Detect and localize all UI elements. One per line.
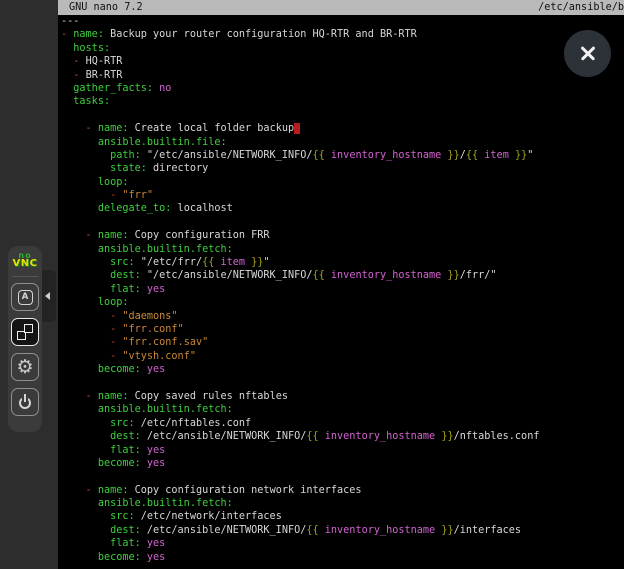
editor-line: - "vtysh.conf" [61,350,624,363]
editor-line: - name: Copy configuration network inter… [61,484,624,497]
keyboard-a-icon: A [18,290,33,305]
editor-line: - name: Create local folder backup [61,122,624,135]
novnc-logo-bottom: VNC [13,260,38,268]
editor-line: --- [61,15,624,28]
editor-line: loop: [61,296,624,309]
novnc-logo: no VNC [13,252,38,268]
vnc-screen: GNU nano 7.2 /etc/ansible/b ---- name: B… [0,0,624,569]
editor-line: dest: "/etc/ansible/NETWORK_INFO/{{ inve… [61,269,624,282]
editor-line [61,470,624,483]
editor-line: hosts: [61,42,624,55]
editor-line [61,109,624,122]
editor-line: become: yes [61,363,624,376]
fullscreen-button[interactable] [11,318,39,346]
editor-line: - "daemons" [61,310,624,323]
editor-line [61,216,624,229]
editor-line: state: directory [61,162,624,175]
gear-icon: ⚙ [16,358,33,377]
fullscreen-icon [17,324,33,340]
editor-line: become: yes [61,457,624,470]
text-cursor [294,123,300,134]
editor-line: - name: Copy configuration FRR [61,229,624,242]
editor-line: flat: yes [61,537,624,550]
editor-line: - name: Copy saved rules nftables [61,390,624,403]
editor-line: ansible.builtin.file: [61,136,624,149]
power-icon [17,394,33,410]
sidebar-divider [12,276,38,277]
editor-line: flat: yes [61,444,624,457]
editor-line: src: "/etc/frr/{{ item }}" [61,256,624,269]
nano-app-title: GNU nano 7.2 [69,0,143,15]
editor-line: path: "/etc/ansible/NETWORK_INFO/{{ inve… [61,149,624,162]
editor-line: flat: yes [61,283,624,296]
editor-line: delegate_to: localhost [61,202,624,215]
editor-line: ansible.builtin.fetch: [61,243,624,256]
editor-line: ansible.builtin.fetch: [61,497,624,510]
nano-file-path: /etc/ansible/b [538,0,624,15]
settings-button[interactable]: ⚙ [11,353,39,381]
nano-titlebar: GNU nano 7.2 /etc/ansible/b [58,0,624,15]
editor-line: - name: Backup your router configuration… [61,28,624,41]
editor-line: - "frr" [61,189,624,202]
terminal-window[interactable]: GNU nano 7.2 /etc/ansible/b ---- name: B… [58,0,624,569]
editor-line: ansible.builtin.fetch: [61,403,624,416]
editor-line: - "frr.conf" [61,323,624,336]
nano-editor[interactable]: ---- name: Backup your router configurat… [58,15,624,569]
editor-line: become: yes [61,551,624,564]
editor-line: dest: /etc/ansible/NETWORK_INFO/{{ inven… [61,524,624,537]
editor-line: src: /etc/network/interfaces [61,510,624,523]
editor-line: - "frr.conf.sav" [61,336,624,349]
editor-line: - BR-RTR [61,69,624,82]
novnc-control-bar: no VNC A ⚙ [8,246,42,432]
editor-line: loop: [61,176,624,189]
editor-line: gather_facts: no [61,82,624,95]
chevron-left-icon [45,292,50,300]
editor-line: tasks: [61,95,624,108]
extra-keys-button[interactable]: A [11,283,39,311]
editor-line: src: /etc/nftables.conf [61,417,624,430]
editor-line [61,377,624,390]
editor-line: - HQ-RTR [61,55,624,68]
close-button[interactable] [564,30,611,77]
control-bar-handle[interactable] [42,270,56,322]
disconnect-button[interactable] [11,388,39,416]
editor-line: dest: /etc/ansible/NETWORK_INFO/{{ inven… [61,430,624,443]
